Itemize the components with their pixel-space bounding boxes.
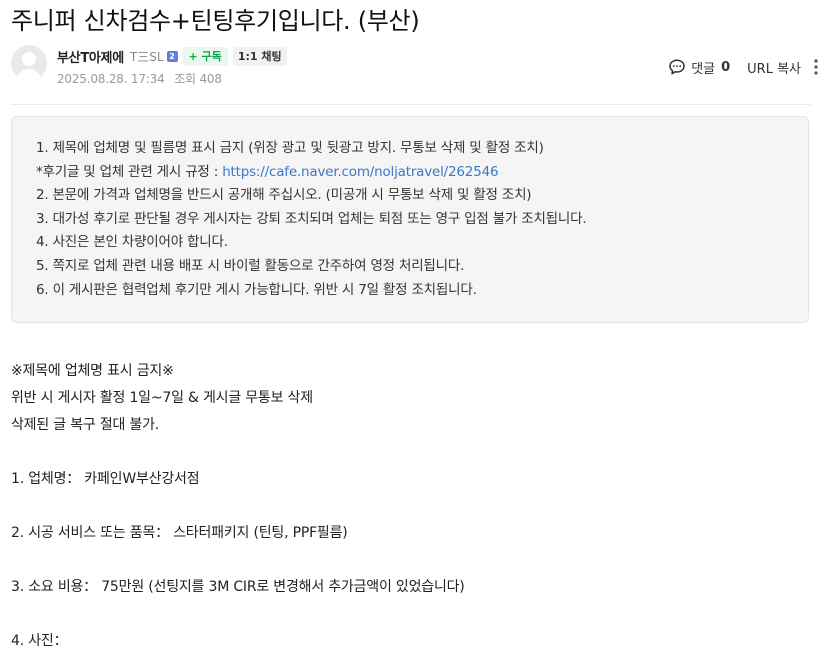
notice-link-prefix: *후기글 및 업체 관련 게시 규정 : bbox=[36, 163, 223, 180]
notice-box: 1. 제목에 업체명 및 필름명 표시 금지 (위장 광고 및 뒷광고 방지. … bbox=[11, 116, 809, 323]
body-service-item: 2. 시공 서비스 또는 품목： 스타터패키지 (틴팅, PPF필름) bbox=[11, 525, 348, 541]
post-title: 주니퍼 신차검수+틴팅후기입니다. (부산) bbox=[11, 7, 420, 35]
post-views: 조회 408 bbox=[174, 72, 222, 86]
body-warning-title: ※제목에 업체명 표시 금지※ bbox=[11, 363, 174, 379]
body-cost: 3. 소요 비용： 75만원 (선팅지를 3M CIR로 변경해서 추가금액이 … bbox=[11, 579, 465, 595]
body-warning-restore: 삭제된 글 복구 절대 불가. bbox=[11, 417, 160, 433]
author-name[interactable]: 부산T아제에 bbox=[57, 47, 124, 66]
notice-rule-5: 5. 쪽지로 업체 관련 내용 배포 시 바이럴 활동으로 간주하여 영정 처리… bbox=[36, 257, 465, 274]
body-blank-line bbox=[11, 439, 465, 466]
post-body: ※제목에 업체명 표시 금지※ 위반 시 게시자 활정 1일~7일 & 게시글 … bbox=[11, 358, 465, 655]
post-date: 2025.08.28. 17:34 bbox=[57, 72, 165, 86]
avatar[interactable] bbox=[11, 45, 47, 81]
notice-rule-6: 6. 이 게시판은 협력업체 후기만 게시 가능합니다. 위반 시 7일 활정 … bbox=[36, 281, 477, 298]
author-row: 부산T아제에 T三SL 2 + 구독 1:1 채팅 bbox=[57, 46, 287, 66]
subscribe-button[interactable]: + 구독 bbox=[182, 46, 228, 66]
notice-rules: 1. 제목에 업체명 및 필름명 표시 금지 (위장 광고 및 뒷광고 방지. … bbox=[36, 137, 587, 302]
notice-rule-2: 2. 본문에 가격과 업체명을 반드시 공개해 주십시오. (미공개 시 무통보… bbox=[36, 187, 532, 204]
comment-count[interactable]: 0 bbox=[721, 60, 730, 75]
notice-rule-link-line: *후기글 및 업체 관련 게시 규정 : https://cafe.naver.… bbox=[36, 161, 586, 185]
notice-rule-3: 3. 대가성 후기로 판단될 경우 게시자는 강퇴 조치되며 업체는 퇴점 또는… bbox=[36, 210, 587, 227]
notice-rule-4: 4. 사진은 본인 차량이어야 합니다. bbox=[36, 234, 228, 251]
body-company-name: 1. 업체명： 카페인W부산강서점 bbox=[11, 471, 200, 487]
avatar-head-shape bbox=[22, 52, 36, 66]
body-photos-label: 4. 사진： bbox=[11, 633, 68, 649]
notice-rule-1: 1. 제목에 업체명 및 필름명 표시 금지 (위장 광고 및 뒷광고 방지. … bbox=[36, 140, 544, 156]
comment-icon[interactable] bbox=[668, 58, 686, 76]
post-meta: 2025.08.28. 17:34 조회 408 bbox=[57, 70, 222, 87]
body-blank-line bbox=[11, 601, 465, 628]
body-blank-line bbox=[11, 547, 465, 574]
post-page: 주니퍼 신차검수+틴팅후기입니다. (부산) 부산T아제에 T三SL 2 + 구… bbox=[0, 0, 831, 665]
avatar-body-shape bbox=[16, 69, 42, 81]
body-blank-line bbox=[11, 493, 465, 520]
level-badge-icon: 2 bbox=[166, 50, 178, 62]
comment-label[interactable]: 댓글 bbox=[691, 58, 715, 77]
url-copy-button[interactable]: URL 복사 bbox=[747, 58, 801, 77]
body-warning-penalty: 위반 시 게시자 활정 1일~7일 & 게시글 무통보 삭제 bbox=[11, 390, 313, 406]
author-level: T三SL bbox=[129, 49, 164, 64]
more-options-icon[interactable] bbox=[813, 58, 819, 76]
chat-button[interactable]: 1:1 채팅 bbox=[232, 46, 287, 66]
header-divider bbox=[11, 104, 811, 105]
post-actions: 댓글 0 URL 복사 bbox=[668, 56, 819, 78]
notice-rules-link[interactable]: https://cafe.naver.com/noljatravel/26254… bbox=[222, 164, 498, 180]
